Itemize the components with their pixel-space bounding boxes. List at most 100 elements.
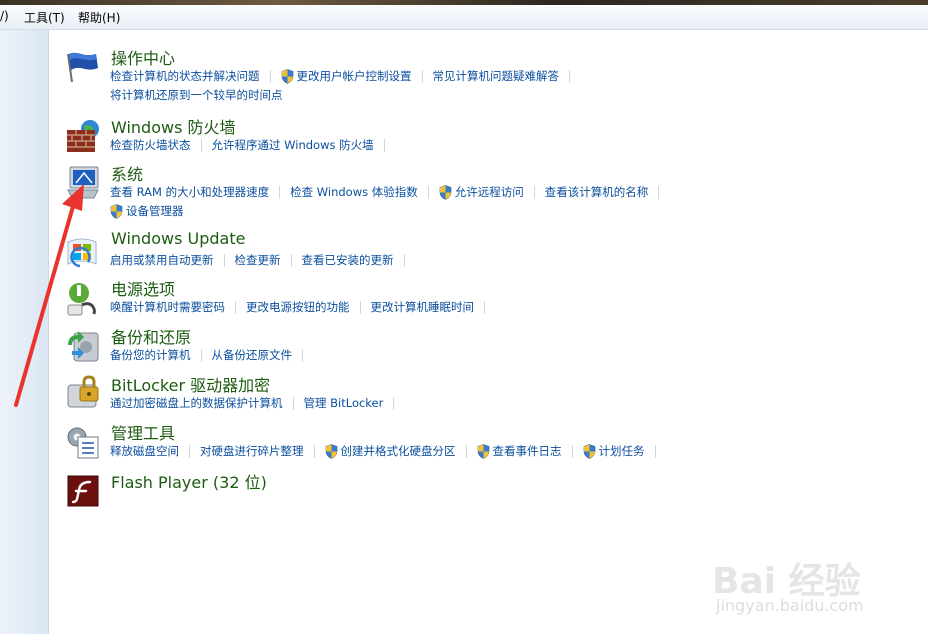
firewall-icon[interactable] <box>64 117 102 155</box>
task-link[interactable]: 管理 BitLocker <box>304 395 384 411</box>
task-link-label: 创建并格式化硬盘分区 <box>340 444 456 458</box>
task-link-label: 唤醒计算机时需要密码 <box>110 300 225 314</box>
computer-icon[interactable] <box>64 164 102 202</box>
task-link[interactable]: 更改用户帐户控制设置 <box>281 68 412 84</box>
task-link-row: 通过加密磁盘上的数据保护计算机 管理 BitLocker <box>110 394 404 412</box>
link-separator <box>223 253 225 267</box>
task-link[interactable]: 将计算机还原到一个较早的时间点 <box>110 87 283 103</box>
task-link[interactable]: 检查 Windows 体验指数 <box>290 184 418 200</box>
bitlocker-icon[interactable] <box>64 375 102 413</box>
task-link[interactable]: 唤醒计算机时需要密码 <box>110 299 225 315</box>
link-separator <box>313 444 315 458</box>
backup-icon[interactable] <box>64 327 102 365</box>
task-link[interactable]: 查看事件日志 <box>477 443 562 459</box>
task-link[interactable]: 允许程序通过 Windows 防火墙 <box>212 137 374 153</box>
task-link[interactable]: 允许远程访问 <box>439 184 524 200</box>
admin-tools-icon[interactable] <box>64 423 102 461</box>
link-separator <box>302 348 303 362</box>
category-title[interactable]: 系统 <box>111 161 143 185</box>
task-link-label: 常见计算机问题疑难解答 <box>432 69 560 83</box>
task-link-label: 管理 BitLocker <box>303 396 384 410</box>
task-link-label: 释放磁盘空间 <box>110 444 179 458</box>
link-separator <box>235 300 236 314</box>
task-link[interactable]: 更改计算机睡眠时间 <box>371 299 475 315</box>
task-link-row: 释放磁盘空间 对硬盘进行碎片整理 创建并格式化硬盘分区 查看事件日志 计划任务 <box>110 442 666 460</box>
task-link[interactable]: 查看该计算机的名称 <box>545 184 649 200</box>
task-link[interactable]: 创建并格式化硬盘分区 <box>325 443 456 459</box>
category-title[interactable]: 备份和还原 <box>111 324 191 348</box>
task-link-label: 设备管理器 <box>126 204 184 218</box>
uac-shield-icon <box>110 203 123 219</box>
task-link-label: 检查 Windows 体验指数 <box>290 185 418 199</box>
task-link[interactable]: 启用或禁用自动更新 <box>110 252 214 268</box>
link-separator <box>571 444 573 458</box>
task-link-row: 检查防火墙状态 允许程序通过 Windows 防火墙 <box>110 136 395 154</box>
task-link[interactable]: 查看 RAM 的大小和处理器速度 <box>110 184 269 200</box>
task-link[interactable]: 通过加密磁盘上的数据保护计算机 <box>110 395 283 411</box>
category-title[interactable]: Windows Update <box>111 229 245 248</box>
task-link-label: 查看 RAM 的大小和处理器速度 <box>110 185 270 199</box>
link-separator <box>269 69 271 83</box>
task-link[interactable]: 计划任务 <box>583 443 645 459</box>
task-link-label: 检查更新 <box>234 253 281 267</box>
task-link-row: 设备管理器 <box>110 202 184 220</box>
link-separator <box>427 185 429 199</box>
link-separator <box>533 185 535 199</box>
task-link-label: 更改用户帐户控制设置 <box>296 69 412 83</box>
menu-help[interactable]: 帮助(H) <box>78 9 120 26</box>
link-separator <box>484 300 485 314</box>
task-link[interactable]: 检查防火墙状态 <box>110 137 191 153</box>
task-link[interactable]: 设备管理器 <box>110 203 184 219</box>
menu-view-partial[interactable]: /) <box>0 9 9 23</box>
task-link[interactable]: 对硬盘进行碎片整理 <box>200 443 304 459</box>
task-link[interactable]: 备份您的计算机 <box>110 347 191 363</box>
task-link[interactable]: 从备份还原文件 <box>212 347 293 363</box>
task-link-label: 将计算机还原到一个较早的时间点 <box>110 88 283 102</box>
task-link-label: 允许程序通过 Windows 防火墙 <box>211 138 374 152</box>
task-link-label: 查看该计算机的名称 <box>544 185 649 199</box>
windows-update-icon[interactable] <box>64 232 102 270</box>
uac-shield-icon <box>583 443 595 459</box>
link-separator <box>658 185 660 199</box>
task-link-label: 查看已安装的更新 <box>301 253 394 267</box>
task-link-label: 对硬盘进行碎片整理 <box>200 444 304 458</box>
link-separator <box>393 396 395 410</box>
uac-shield-icon <box>281 68 293 84</box>
link-separator <box>279 185 281 199</box>
link-separator <box>292 396 294 410</box>
task-link-row: 启用或禁用自动更新 检查更新 查看已安装的更新 <box>110 251 415 269</box>
task-link-row: 查看 RAM 的大小和处理器速度 检查 Windows 体验指数 允许远程访问 查看该… <box>110 183 669 201</box>
category-title[interactable]: Flash Player (32 位) <box>111 469 267 493</box>
task-link-label: 更改电源按钮的功能 <box>246 300 350 314</box>
link-separator <box>383 138 385 152</box>
task-link-label: 检查计算机的状态并解决问题 <box>110 69 260 83</box>
watermark-url: jingyan.baidu.com <box>716 596 864 615</box>
power-icon[interactable] <box>64 279 102 317</box>
task-link[interactable]: 更改电源按钮的功能 <box>246 299 350 315</box>
category-title[interactable]: Windows 防火墙 <box>111 114 236 138</box>
task-link-label: 启用或禁用自动更新 <box>110 253 214 267</box>
link-separator <box>290 253 292 267</box>
task-link-row: 备份您的计算机 从备份还原文件 <box>110 346 313 364</box>
task-link-label: 通过加密磁盘上的数据保护计算机 <box>110 396 283 410</box>
task-link[interactable]: 检查更新 <box>235 252 281 268</box>
category-title[interactable]: 操作中心 <box>111 45 175 69</box>
flash-icon[interactable] <box>64 472 102 510</box>
task-link[interactable]: 查看已安装的更新 <box>302 252 394 268</box>
task-link[interactable]: 检查计算机的状态并解决问题 <box>110 68 260 84</box>
task-link-label: 计划任务 <box>598 444 645 458</box>
category-title[interactable]: 电源选项 <box>111 276 175 300</box>
link-separator <box>403 253 405 267</box>
task-link[interactable]: 释放磁盘空间 <box>110 443 179 459</box>
flag-icon[interactable] <box>64 48 102 86</box>
task-link[interactable]: 常见计算机问题疑难解答 <box>433 68 560 84</box>
task-link-row: 检查计算机的状态并解决问题 更改用户帐户控制设置 常见计算机问题疑难解答 <box>110 67 580 85</box>
task-link-row: 将计算机还原到一个较早的时间点 <box>110 86 283 104</box>
menu-tools[interactable]: 工具(T) <box>24 9 65 26</box>
category-title[interactable]: BitLocker 驱动器加密 <box>111 372 270 396</box>
task-link-label: 允许远程访问 <box>454 185 524 199</box>
menu-bar: /) 工具(T) 帮助(H) <box>0 5 928 30</box>
task-link-label: 检查防火墙状态 <box>110 138 191 152</box>
link-separator <box>654 444 656 458</box>
category-title[interactable]: 管理工具 <box>111 420 175 444</box>
